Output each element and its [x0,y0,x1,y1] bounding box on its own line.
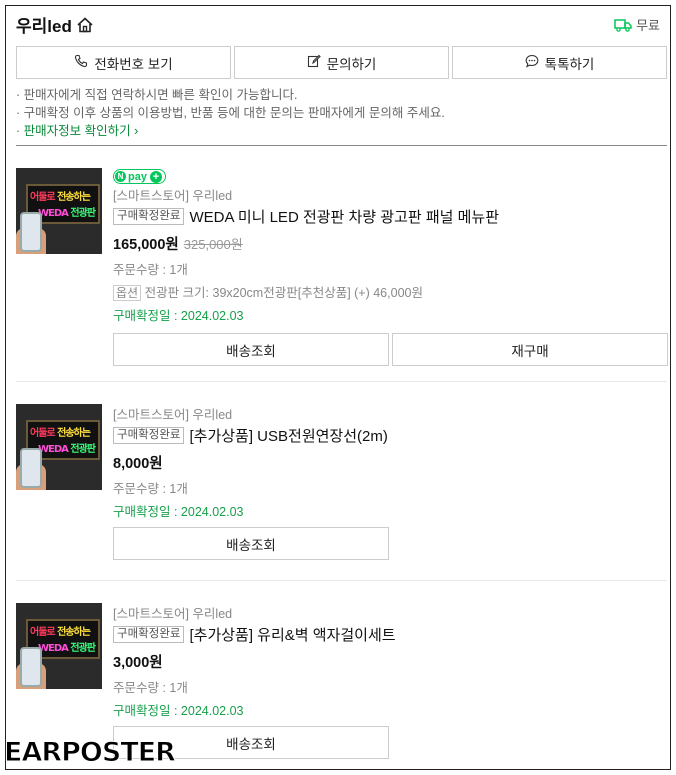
item-title: [추가상품] 유리&벽 액자걸이세트 [189,627,396,644]
item-title-row[interactable]: 구매확정완료 [추가상품] 유리&벽 액자걸이세트 [113,624,667,645]
product-thumbnail[interactable]: 어둘로 전송하는 WEDA 전광판 [16,404,102,490]
thumb-text: WEDA 전광판 [38,204,96,219]
item-info: [스마트스토어] 우리led 구매확정완료 [추가상품] USB전원연장선(2m… [113,404,667,520]
inquiry-button[interactable]: 문의하기 [234,46,449,79]
thumb-text-part: 전광판 [70,643,96,654]
seller-info-link[interactable]: 판매자정보 확인하기 › [24,124,139,138]
thumb-text-part: 전광판 [70,444,96,455]
watermark-logo: EARPOSTER [4,737,177,769]
item-price: 8,000원 [113,456,163,472]
item-actions: 배송조회 [113,527,389,560]
status-badge: 구매확정완료 [113,208,185,225]
item-price-row: 3,000원 [113,651,667,672]
phone-icon [74,54,88,71]
notice-line: · 판매자에게 직접 연락하시면 빠른 확인이 가능합니다. [16,88,298,102]
delivery-fee: 무료 [614,15,660,34]
phone-button-label: 전화번호 보기 [94,56,173,72]
phone-number-button[interactable]: 전화번호 보기 [16,46,231,79]
thumb-text-part: 전송하는 [57,192,91,203]
thumb-text-part: 어둘로 [30,627,56,638]
order-item: 어둘로 전송하는 WEDA 전광판 [스마트스토어] 우리led 구매확정완료 … [16,404,667,564]
product-thumbnail[interactable]: 어둘로 전송하는 WEDA 전광판 [16,603,102,689]
item-info: [스마트스토어] 우리led 구매확정완료 [추가상품] 유리&벽 액자걸이세트… [113,603,667,719]
item-separator [16,580,667,581]
option-label: 옵션 [113,285,142,301]
item-title-row[interactable]: 구매확정완료 [추가상품] USB전원연장선(2m) [113,425,667,446]
option-text: 전광판 크기: 39x20cm전광판[추천상품] (+) 46,000원 [144,286,423,300]
item-confirm-date: 구매확정일 : 2024.02.03 [113,704,244,718]
thumb-text: WEDA 전광판 [38,639,96,654]
store-header: 우리led 무료 [16,12,660,38]
thumb-text: 어둘로 전송하는 [30,623,91,638]
thumb-text-part: 전송하는 [57,428,91,439]
item-title: WEDA 미니 LED 전광판 차량 광고판 패널 메뉴판 [189,209,500,226]
inquiry-button-label: 문의하기 [326,56,377,72]
section-divider [16,145,667,146]
item-separator [16,381,667,382]
status-badge: 구매확정완료 [113,626,185,643]
thumb-text-part: WEDA [38,444,69,455]
store-name: 우리led [16,17,72,36]
phone-graphic [20,647,42,687]
npay-label: pay [128,170,147,183]
seller-info-link-label: 판매자정보 확인하기 [23,124,131,138]
store-name-link[interactable]: 우리led [16,12,94,37]
order-item: 어둘로 전송하는 WEDA 전광판 Npay + [스마트스토어] 우리led 구… [16,166,668,366]
thumb-text-part: 전송하는 [57,627,91,638]
item-quantity: 주문수량 : 1개 [113,681,188,695]
thumb-text: WEDA 전광판 [38,440,96,455]
seller-contact-buttons: 전화번호 보기 문의하기 톡톡하기 [16,46,667,79]
thumb-text: 어둘로 전송하는 [30,188,91,203]
phone-graphic [20,212,42,252]
item-option: 옵션 전광판 크기: 39x20cm전광판[추천상품] (+) 46,000원 [113,282,667,301]
order-detail-panel: 우리led 무료 전화번호 보기 문의하기 톡톡하기 · 판매자에게 직접 연락… [5,5,671,770]
item-price: 3,000원 [113,655,163,671]
item-price: 165,000원 [113,237,179,253]
rebuy-button[interactable]: 재구매 [392,333,668,366]
phone-graphic [20,448,42,488]
status-badge: 구매확정완료 [113,427,185,444]
chevron-right-icon: › [134,124,139,138]
home-icon [76,16,94,34]
seller-notices: · 판매자에게 직접 연락하시면 빠른 확인이 가능합니다. · 구매확정 이후… [16,86,667,140]
item-confirm-date: 구매확정일 : 2024.02.03 [113,505,244,519]
notice-bullet: · [16,124,24,138]
thumb-text-part: 전광판 [70,208,96,219]
item-price-row: 8,000원 [113,452,667,473]
npay-badge: Npay + [113,169,166,184]
npay-row: Npay + [113,166,667,184]
edit-icon [307,54,321,71]
item-confirm-date: 구매확정일 : 2024.02.03 [113,309,244,323]
thumb-text-part: 어둘로 [30,428,56,439]
item-title-row[interactable]: 구매확정완료 WEDA 미니 LED 전광판 차량 광고판 패널 메뉴판 [113,206,667,227]
item-quantity: 주문수량 : 1개 [113,263,188,277]
item-info: Npay + [스마트스토어] 우리led 구매확정완료 WEDA 미니 LED … [113,166,667,324]
talk-button[interactable]: 톡톡하기 [452,46,667,79]
item-store: [스마트스토어] 우리led [113,189,233,203]
item-store: [스마트스토어] 우리led [113,607,233,621]
item-title: [추가상품] USB전원연장선(2m) [189,428,388,445]
item-quantity: 주문수량 : 1개 [113,482,188,496]
thumb-text-part: 어둘로 [30,192,56,203]
npay-plus-icon: + [149,170,162,183]
thumb-text-part: WEDA [38,208,69,219]
item-actions: 배송조회 재구매 [113,333,668,366]
thumb-text-part: WEDA [38,643,69,654]
product-thumbnail[interactable]: 어둘로 전송하는 WEDA 전광판 [16,168,102,254]
chat-icon [525,54,539,71]
item-original-price: 325,000원 [183,237,243,252]
item-store: [스마트스토어] 우리led [113,408,233,422]
delivery-label: 무료 [636,18,660,33]
item-price-row: 165,000원 325,000원 [113,233,667,254]
track-delivery-button[interactable]: 배송조회 [113,333,389,366]
talk-button-label: 톡톡하기 [544,56,595,72]
truck-icon [614,18,632,32]
track-delivery-button[interactable]: 배송조회 [113,527,389,560]
npay-n-icon: N [115,171,126,182]
notice-line: · 판매자정보 확인하기 › [16,122,667,140]
thumb-text: 어둘로 전송하는 [30,424,91,439]
notice-line: · 구매확정 이후 상품의 이용방법, 반품 등에 대한 문의는 판매자에게 문… [16,106,445,120]
